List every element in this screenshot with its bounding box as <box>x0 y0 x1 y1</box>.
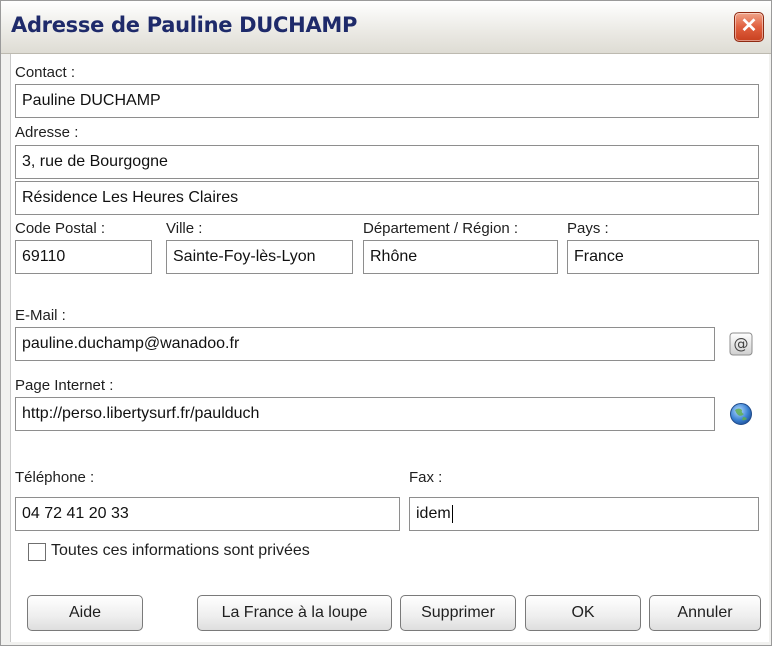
email-field[interactable]: pauline.duchamp@wanadoo.fr <box>15 327 715 361</box>
city-label: Ville : <box>166 220 203 237</box>
address-dialog: Adresse de Pauline DUCHAMP ✕ Contact : P… <box>0 0 772 646</box>
dialog-body: Contact : Pauline DUCHAMP Adresse : 3, r… <box>10 54 769 642</box>
contact-field[interactable]: Pauline DUCHAMP <box>15 84 759 118</box>
cancel-button[interactable]: Annuler <box>649 595 761 631</box>
webpage-label: Page Internet : <box>15 377 114 394</box>
close-icon: ✕ <box>740 15 758 37</box>
contact-label: Contact : <box>15 64 76 81</box>
delete-button[interactable]: Supprimer <box>400 595 516 631</box>
postal-code-field[interactable]: 69110 <box>15 240 152 274</box>
address-line2-field[interactable]: Résidence Les Heures Claires <box>15 181 759 215</box>
ok-button[interactable]: OK <box>525 595 641 631</box>
france-magnifier-button[interactable]: La France à la loupe <box>197 595 392 631</box>
address-label: Adresse : <box>15 124 79 141</box>
department-label: Département / Région : <box>363 220 519 237</box>
webpage-field[interactable]: http://perso.libertysurf.fr/paulduch <box>15 397 715 431</box>
private-checkbox[interactable] <box>28 543 46 561</box>
address-line1-field[interactable]: 3, rue de Bourgogne <box>15 145 759 179</box>
svg-text:@: @ <box>734 335 749 353</box>
phone-field[interactable]: 04 72 41 20 33 <box>15 497 400 531</box>
department-field[interactable]: Rhône <box>363 240 558 274</box>
globe-icon[interactable] <box>729 402 753 426</box>
fax-label: Fax : <box>409 469 443 486</box>
close-button[interactable]: ✕ <box>734 12 764 42</box>
city-field[interactable]: Sainte-Foy-lès-Lyon <box>166 240 353 274</box>
email-label: E-Mail : <box>15 307 66 324</box>
help-button[interactable]: Aide <box>27 595 143 631</box>
window-title: Adresse de Pauline DUCHAMP <box>11 13 358 37</box>
country-label: Pays : <box>567 220 609 237</box>
text-caret <box>451 504 453 523</box>
private-checkbox-label: Toutes ces informations sont privées <box>51 542 310 559</box>
fax-field[interactable]: idem <box>409 497 759 531</box>
country-field[interactable]: France <box>567 240 759 274</box>
postal-code-label: Code Postal : <box>15 220 106 237</box>
fax-value: idem <box>416 505 451 522</box>
at-sign-icon[interactable]: @ <box>729 332 753 356</box>
phone-label: Téléphone : <box>15 469 95 486</box>
title-bar[interactable]: Adresse de Pauline DUCHAMP ✕ <box>1 1 771 54</box>
